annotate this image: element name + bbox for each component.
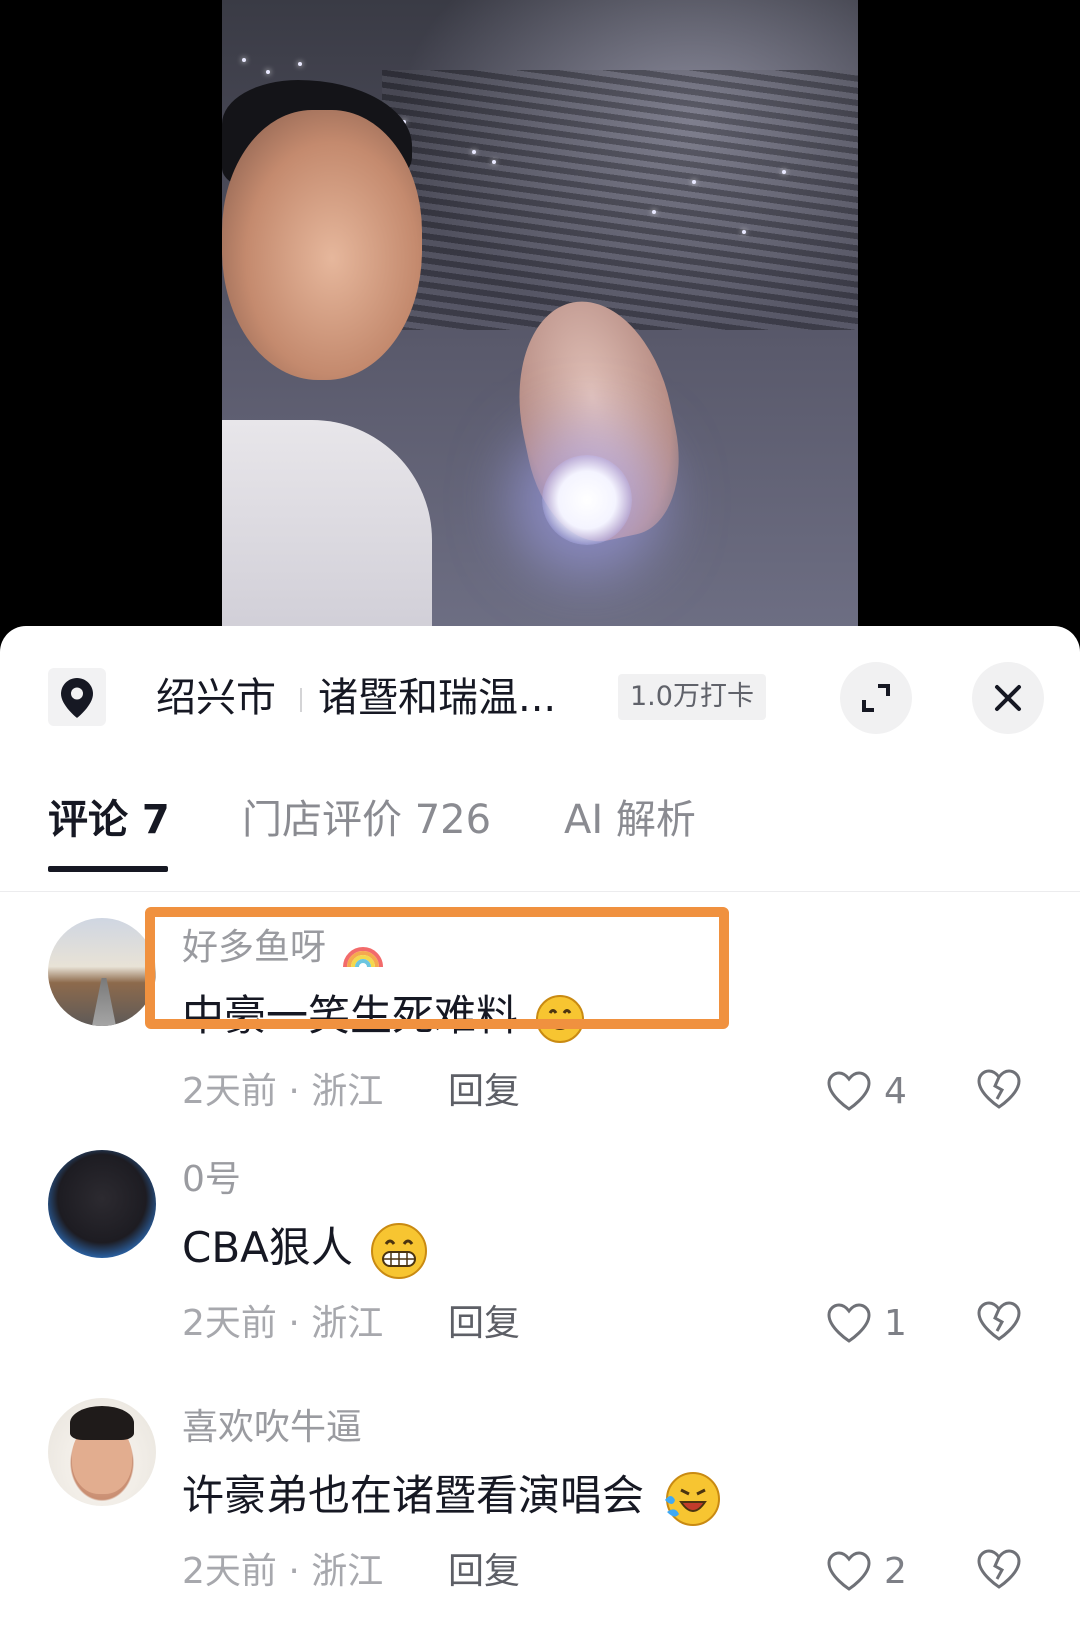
heart-icon: [827, 1551, 871, 1591]
broken-heart-icon: [977, 1549, 1021, 1589]
location-row[interactable]: 绍兴市 诸暨和瑞温... 1.0万打卡: [0, 626, 1080, 766]
meta-separator: ·: [288, 1071, 300, 1112]
tab-bar: 评论 7 门店评价 726 AI 解析: [0, 766, 1080, 880]
comment-text-content: 许豪弟也在诸暨看演唱会: [182, 1471, 645, 1520]
comment-time: 2天前: [182, 1071, 277, 1112]
meta-separator: ·: [288, 1303, 300, 1344]
dislike-button[interactable]: [976, 1548, 1022, 1594]
heart-icon: [827, 1303, 871, 1343]
comment-item: 喜欢吹牛逼 许豪弟也在诸暨看演唱会 2天前 · 浙江 回复 2: [0, 1398, 1080, 1643]
expand-button[interactable]: [840, 662, 912, 734]
comment-meta: 2天前 · 浙江: [182, 1546, 383, 1598]
heart-icon: [827, 1071, 871, 1111]
video-player[interactable]: [0, 0, 1080, 640]
location-city[interactable]: 绍兴市: [156, 670, 276, 726]
light-stick-glow: [542, 455, 632, 545]
avatar[interactable]: [48, 1398, 156, 1506]
comment-username[interactable]: 0号: [182, 1156, 241, 1204]
video-frame[interactable]: [222, 0, 858, 640]
reply-button[interactable]: 回复: [448, 1298, 520, 1350]
location-place[interactable]: 诸暨和瑞温...: [318, 670, 556, 726]
comment-meta: 2天前 · 浙江: [182, 1298, 383, 1350]
comment-text: CBA狠人: [182, 1218, 428, 1280]
dislike-button[interactable]: [976, 1300, 1022, 1346]
dislike-button[interactable]: [976, 1068, 1022, 1114]
person-shirt: [222, 420, 432, 640]
divider: [0, 891, 1080, 892]
comment-item: 0号 CBA狠人 2天前 · 浙江 回复 1: [0, 1150, 1080, 1396]
tab-ai-analysis[interactable]: AI 解析: [564, 792, 696, 848]
avatar[interactable]: [48, 1150, 156, 1258]
like-count: 2: [884, 1551, 907, 1592]
broken-heart-icon: [977, 1301, 1021, 1341]
tab-store-reviews[interactable]: 门店评价 726: [242, 792, 491, 848]
reply-button[interactable]: 回复: [448, 1066, 520, 1118]
close-icon: [995, 685, 1021, 711]
comment-region: 浙江: [311, 1551, 384, 1592]
laugh-cry-emoji: [665, 1471, 721, 1526]
broken-heart-icon: [977, 1069, 1021, 1109]
comment-meta: 2天前 · 浙江: [182, 1066, 383, 1118]
comment-username[interactable]: 喜欢吹牛逼: [182, 1404, 362, 1452]
expand-icon: [862, 684, 890, 712]
location-separator: [300, 688, 302, 712]
meta-separator: ·: [288, 1551, 300, 1592]
comment-text-content: CBA狠人: [182, 1223, 353, 1272]
close-button[interactable]: [972, 662, 1044, 734]
like-count: 1: [884, 1303, 907, 1344]
stadium-stands: [382, 70, 858, 330]
active-tab-indicator: [48, 866, 168, 872]
like-count: 4: [884, 1071, 907, 1112]
reply-button[interactable]: 回复: [448, 1546, 520, 1598]
comment-time: 2天前: [182, 1303, 277, 1344]
big-grin-emoji: [371, 1222, 428, 1279]
comment-region: 浙江: [311, 1303, 384, 1344]
highlight-annotation-box: [145, 907, 729, 1029]
comment-time: 2天前: [182, 1551, 277, 1592]
location-pin-icon[interactable]: [48, 668, 106, 726]
screen: 绍兴市 诸暨和瑞温... 1.0万打卡 评论 7 门店评价 726 AI 解析: [0, 0, 1080, 1643]
checkin-count-badge: 1.0万打卡: [618, 674, 766, 720]
person-face: [222, 110, 422, 380]
avatar[interactable]: [48, 918, 156, 1026]
comment-text: 许豪弟也在诸暨看演唱会: [182, 1466, 721, 1528]
comment-region: 浙江: [311, 1071, 384, 1112]
tab-comments[interactable]: 评论 7: [48, 792, 170, 848]
